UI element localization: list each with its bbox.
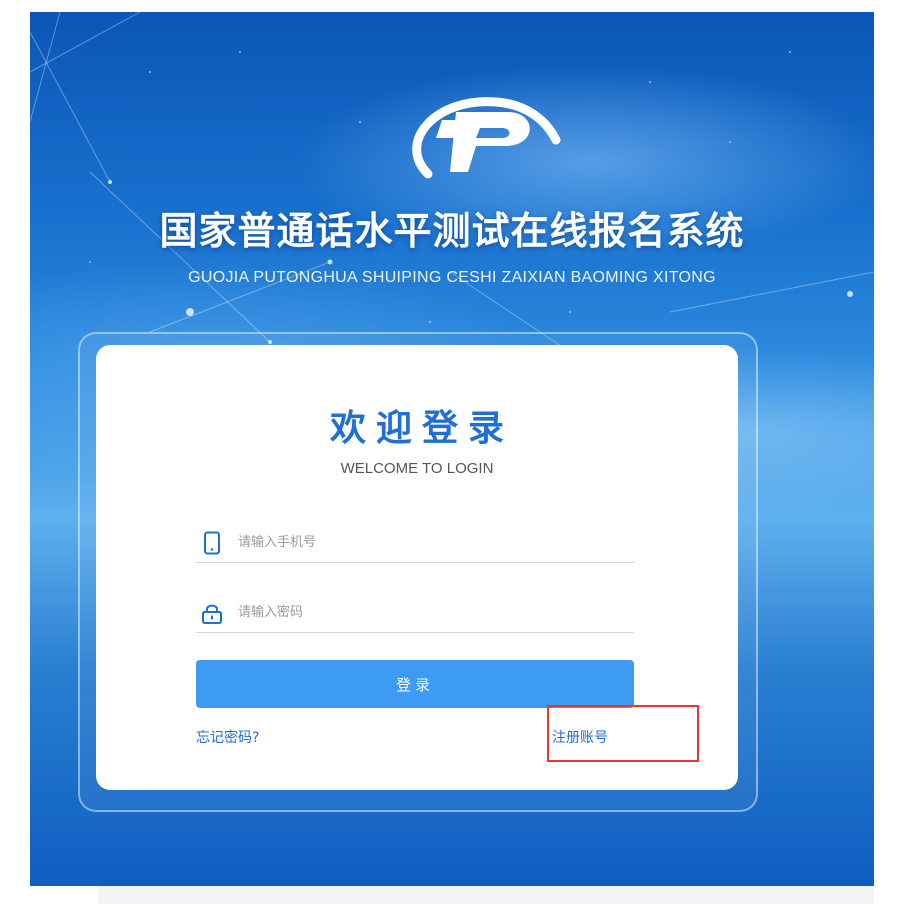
welcome-title: 欢迎登录 [329, 408, 514, 449]
password-input[interactable] [238, 597, 618, 628]
phone-icon [200, 531, 224, 555]
phone-input[interactable] [238, 527, 618, 558]
password-field[interactable] [196, 593, 634, 633]
forgot-password-link[interactable]: 忘记密码? [196, 727, 259, 747]
login-button[interactable]: 登录 [196, 660, 634, 708]
logo-icon [412, 97, 561, 179]
lock-icon [200, 601, 224, 625]
login-card: 欢迎登录 WELCOME TO LOGIN 登录 忘记密码? [96, 345, 738, 790]
site-subtitle: GUOJIA PUTONGHUA SHUIPING CESHI ZAIXIAN … [188, 269, 716, 286]
phone-field[interactable] [196, 523, 634, 563]
page: 国家普通话水平测试在线报名系统 GUOJIA PUTONGHUA SHUIPIN… [0, 0, 900, 904]
bottom-strip [98, 886, 874, 904]
highlight-box [547, 705, 699, 762]
welcome-subtitle: WELCOME TO LOGIN [340, 460, 494, 477]
site-title: 国家普通话水平测试在线报名系统 [159, 209, 745, 253]
